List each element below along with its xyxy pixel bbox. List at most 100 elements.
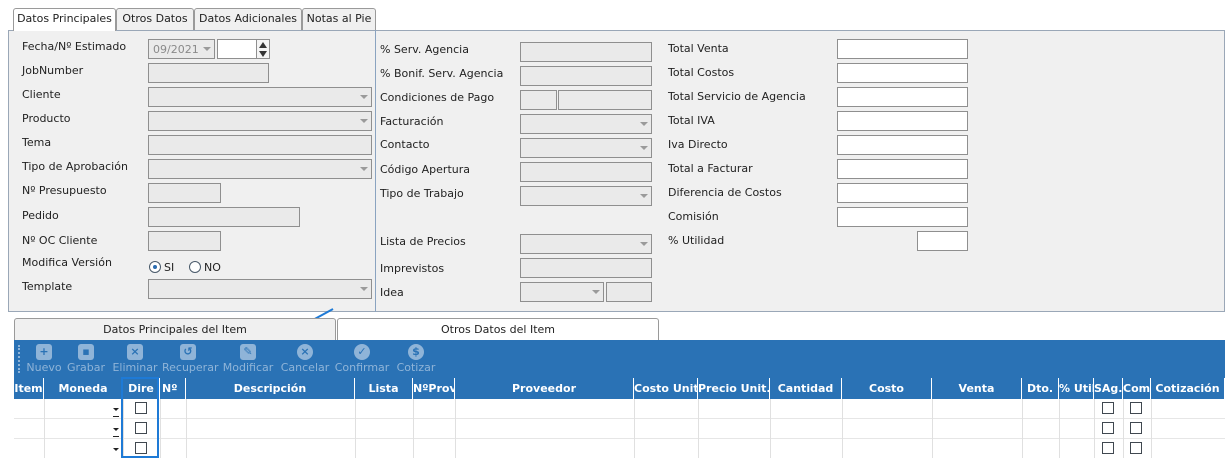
moneda-dropdown-icon[interactable] bbox=[113, 448, 119, 451]
col-costo-unit[interactable]: Costo Unit. bbox=[634, 378, 698, 399]
com-checkbox[interactable] bbox=[1130, 402, 1142, 414]
cotizar-button[interactable]: $ Cotizar bbox=[394, 340, 438, 378]
label-total-costos: Total Costos bbox=[668, 66, 735, 79]
chevron-down-icon bbox=[640, 122, 648, 126]
fecha-value: 09/2021 bbox=[153, 43, 199, 56]
nuevo-label: Nuevo bbox=[26, 361, 62, 374]
col-numero[interactable]: Nº bbox=[160, 378, 186, 399]
col-costo[interactable]: Costo bbox=[842, 378, 932, 399]
idea-extra-field[interactable] bbox=[606, 282, 652, 302]
check-icon: ✓ bbox=[354, 344, 370, 360]
condiciones-code-field[interactable] bbox=[520, 90, 557, 110]
total-facturar-field[interactable] bbox=[837, 159, 968, 179]
oc-cliente-field[interactable] bbox=[148, 231, 221, 251]
cancelar-button[interactable]: × Cancelar bbox=[280, 340, 330, 378]
row-marker bbox=[113, 416, 119, 417]
chevron-down-icon bbox=[360, 95, 368, 99]
tab-otros-datos[interactable]: Otros Datos bbox=[116, 8, 194, 30]
com-checkbox[interactable] bbox=[1130, 442, 1142, 454]
col-divider bbox=[413, 399, 414, 458]
col-proveedor[interactable]: Proveedor bbox=[455, 378, 634, 399]
iva-directo-field[interactable] bbox=[837, 135, 968, 155]
condiciones-desc-field[interactable] bbox=[558, 90, 652, 110]
idea-select[interactable] bbox=[520, 282, 604, 302]
utilidad-field[interactable] bbox=[917, 231, 968, 251]
tab-datos-adicionales[interactable]: Datos Adicionales bbox=[194, 8, 302, 30]
sag-checkbox[interactable] bbox=[1102, 442, 1114, 454]
arrow-down-icon[interactable] bbox=[259, 51, 267, 57]
total-venta-field[interactable] bbox=[837, 39, 968, 59]
imprevistos-field[interactable] bbox=[520, 258, 652, 278]
col-com[interactable]: Com bbox=[1123, 378, 1151, 399]
modificar-button[interactable]: ✎ Modificar bbox=[222, 340, 274, 378]
eliminar-button[interactable]: × Eliminar bbox=[112, 340, 158, 378]
tipo-trabajo-select[interactable] bbox=[520, 186, 652, 206]
col-descripcion[interactable]: Descripción bbox=[186, 378, 355, 399]
codigo-apertura-field[interactable] bbox=[520, 162, 652, 182]
chevron-down-icon bbox=[640, 146, 648, 150]
diferencia-field[interactable] bbox=[837, 183, 968, 203]
quote-icon: $ bbox=[408, 344, 424, 360]
col-lista[interactable]: Lista bbox=[355, 378, 413, 399]
cliente-select[interactable] bbox=[148, 87, 372, 107]
confirmar-button[interactable]: ✓ Confirmar bbox=[334, 340, 390, 378]
total-iva-field[interactable] bbox=[837, 111, 968, 131]
pedido-field[interactable] bbox=[148, 207, 300, 227]
serv-agencia-field[interactable] bbox=[520, 42, 652, 62]
template-select[interactable] bbox=[148, 279, 372, 299]
col-item[interactable]: Item bbox=[14, 378, 44, 399]
tab-datos-principales[interactable]: Datos Principales bbox=[13, 8, 116, 31]
chevron-down-icon bbox=[360, 167, 368, 171]
com-checkbox[interactable] bbox=[1130, 422, 1142, 434]
radio-no[interactable] bbox=[189, 261, 201, 273]
tab-datos-principales-item[interactable]: Datos Principales del Item bbox=[14, 318, 336, 340]
bonif-field[interactable] bbox=[520, 66, 652, 86]
sag-checkbox[interactable] bbox=[1102, 422, 1114, 434]
col-cantidad[interactable]: Cantidad bbox=[770, 378, 842, 399]
producto-select[interactable] bbox=[148, 111, 372, 131]
estimado-input[interactable] bbox=[217, 39, 257, 59]
cancelar-label: Cancelar bbox=[280, 361, 330, 374]
label-idea: Idea bbox=[380, 286, 404, 299]
estimado-spinner[interactable] bbox=[256, 39, 270, 59]
col-divider bbox=[1059, 399, 1060, 458]
presupuesto-field[interactable] bbox=[148, 183, 221, 203]
moneda-dropdown-icon[interactable] bbox=[113, 428, 119, 431]
jobnumber-field[interactable] bbox=[148, 63, 269, 83]
facturacion-select[interactable] bbox=[520, 114, 652, 134]
tab-otros-datos-item[interactable]: Otros Datos del Item bbox=[337, 318, 659, 340]
contacto-select[interactable] bbox=[520, 138, 652, 158]
tipo-aprobacion-select[interactable] bbox=[148, 159, 372, 179]
total-servicio-field[interactable] bbox=[837, 87, 968, 107]
recuperar-button[interactable]: ↺ Recuperar bbox=[162, 340, 218, 378]
col-dto[interactable]: Dto. bbox=[1022, 378, 1059, 399]
col-nprov[interactable]: NºProv bbox=[413, 378, 455, 399]
label-total-servicio: Total Servicio de Agencia bbox=[668, 90, 806, 103]
col-venta[interactable]: Venta bbox=[932, 378, 1022, 399]
sag-checkbox[interactable] bbox=[1102, 402, 1114, 414]
col-precio-unit[interactable]: Precio Unit. bbox=[698, 378, 770, 399]
col-sag[interactable]: SAg. bbox=[1094, 378, 1123, 399]
col-util[interactable]: % Util bbox=[1059, 378, 1094, 399]
grabar-button[interactable]: ▪ Grabar bbox=[66, 340, 106, 378]
label-cliente: Cliente bbox=[22, 88, 61, 101]
radio-si[interactable] bbox=[149, 261, 161, 273]
recover-icon: ↺ bbox=[180, 344, 196, 360]
label-iva-directo: Iva Directo bbox=[668, 138, 728, 151]
nuevo-button[interactable]: + Nuevo bbox=[26, 340, 62, 378]
arrow-up-icon[interactable] bbox=[259, 42, 267, 48]
label-condiciones: Condiciones de Pago bbox=[380, 91, 495, 104]
label-codigo-apertura: Código Apertura bbox=[380, 163, 471, 176]
total-costos-field[interactable] bbox=[837, 63, 968, 83]
moneda-dropdown-icon[interactable] bbox=[113, 408, 119, 411]
tab-notas-al-pie[interactable]: Notas al Pie bbox=[302, 8, 376, 30]
col-cotizacion[interactable]: Cotización bbox=[1151, 378, 1225, 399]
highlight-box bbox=[121, 377, 159, 458]
lista-precios-select[interactable] bbox=[520, 234, 652, 254]
chevron-down-icon bbox=[360, 287, 368, 291]
comision-field[interactable] bbox=[837, 207, 968, 227]
tema-field[interactable] bbox=[148, 135, 372, 155]
col-divider bbox=[160, 399, 161, 458]
fecha-select[interactable]: 09/2021 bbox=[148, 39, 215, 59]
col-moneda[interactable]: Moneda bbox=[44, 378, 123, 399]
